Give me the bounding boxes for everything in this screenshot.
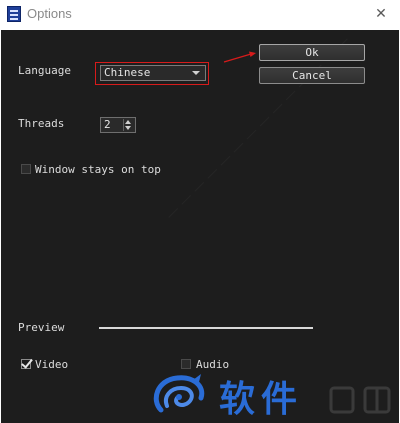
close-icon: ✕ <box>375 6 387 22</box>
audio-checkbox[interactable] <box>181 359 191 369</box>
chevron-down-icon <box>192 71 200 75</box>
threads-value: 2 <box>104 118 111 131</box>
title-bar: Options ✕ <box>0 0 400 30</box>
spin-up-icon[interactable] <box>125 120 131 124</box>
close-button[interactable]: ✕ <box>370 3 392 25</box>
spin-down-icon[interactable] <box>125 126 131 130</box>
watermark-logo-icon <box>153 374 205 413</box>
threads-label: Threads <box>18 117 65 130</box>
film-icon <box>7 6 21 22</box>
threads-spinner[interactable]: 2 <box>100 117 136 133</box>
preview-label: Preview <box>18 321 65 334</box>
spinner-buttons[interactable] <box>123 119 134 131</box>
options-panel: — — — — — — — — — — — — — — Ok Cancel La… <box>1 30 399 423</box>
video-label: Video <box>35 358 69 371</box>
window-on-top-label: Window stays on top <box>35 163 161 176</box>
preview-divider <box>99 327 313 329</box>
watermark-faded-glyphs <box>329 386 391 414</box>
watermark-brand-text: 软件 <box>219 379 304 420</box>
window-title: Options <box>27 6 72 21</box>
language-label: Language <box>18 64 71 77</box>
language-select-value: Chinese <box>104 66 151 79</box>
annotation-arrow-icon <box>223 51 256 63</box>
video-checkbox[interactable] <box>21 356 33 369</box>
checkmark-icon <box>21 356 33 369</box>
ok-button[interactable]: Ok <box>259 44 365 61</box>
language-select[interactable]: Chinese <box>100 65 206 81</box>
window-on-top-checkbox[interactable] <box>21 164 31 174</box>
cancel-button[interactable]: Cancel <box>259 67 365 84</box>
